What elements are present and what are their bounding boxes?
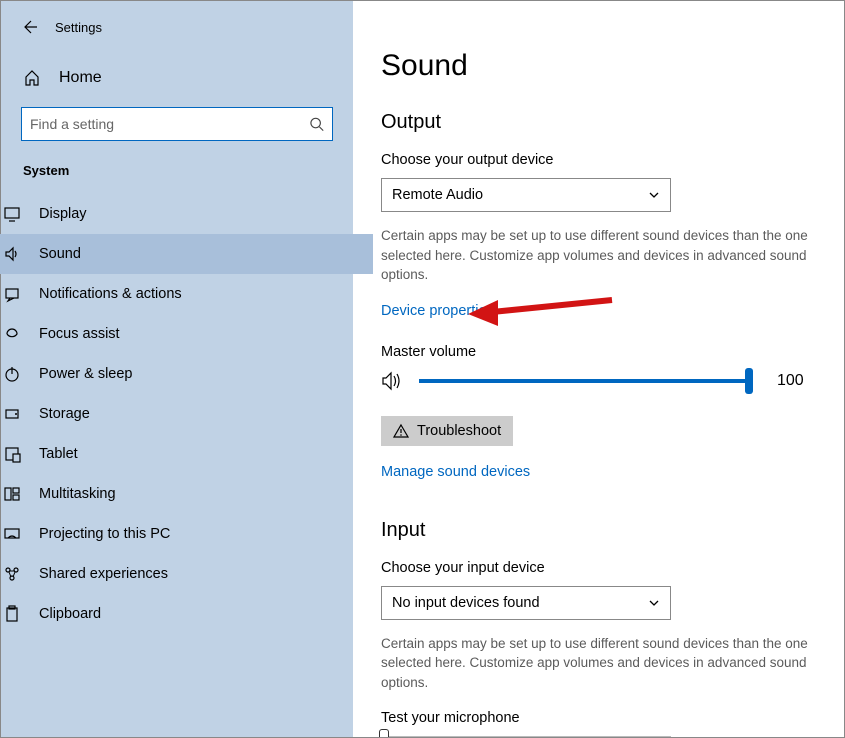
sidebar-item-projecting[interactable]: Projecting to this PC [0, 514, 373, 554]
warning-icon [393, 423, 409, 439]
sidebar-item-clipboard[interactable]: Clipboard [0, 594, 373, 634]
sidebar-item-multitasking[interactable]: Multitasking [0, 474, 373, 514]
test-mic-label: Test your microphone [381, 710, 810, 726]
output-device-value: Remote Audio [392, 187, 483, 203]
microphone-level-bar [381, 736, 671, 737]
input-help-text: Certain apps may be set up to use differ… [381, 634, 810, 693]
notifications-icon [3, 285, 21, 303]
clipboard-icon [3, 605, 21, 623]
input-device-select[interactable]: No input devices found [381, 586, 671, 620]
nav-label: Power & sleep [39, 366, 133, 382]
nav-label: Sound [39, 246, 81, 262]
power-icon [3, 365, 21, 383]
focus-assist-icon [3, 325, 21, 343]
volume-value: 100 [777, 372, 804, 390]
sidebar-item-shared-experiences[interactable]: Shared experiences [0, 554, 373, 594]
chevron-down-icon [648, 597, 660, 609]
app-title: Settings [55, 20, 102, 35]
output-heading: Output [381, 111, 810, 134]
device-properties-link[interactable]: Device properties [381, 303, 494, 319]
output-device-select[interactable]: Remote Audio [381, 178, 671, 212]
output-device-label: Choose your output device [381, 152, 810, 168]
search-icon [309, 116, 324, 132]
input-device-value: No input devices found [392, 595, 540, 611]
nav-label: Clipboard [39, 606, 101, 622]
main-content: Sound Output Choose your output device R… [353, 1, 844, 737]
home-label: Home [59, 69, 102, 87]
troubleshoot-label: Troubleshoot [417, 423, 501, 439]
home-icon [23, 69, 41, 87]
sidebar-item-display[interactable]: Display [0, 194, 373, 234]
slider-thumb[interactable] [745, 368, 753, 394]
chevron-down-icon [648, 189, 660, 201]
shared-icon [3, 565, 21, 583]
nav-label: Focus assist [39, 326, 120, 342]
home-link[interactable]: Home [21, 59, 333, 97]
output-help-text: Certain apps may be set up to use differ… [381, 226, 810, 285]
sidebar-item-notifications[interactable]: Notifications & actions [0, 274, 373, 314]
input-heading: Input [381, 519, 810, 542]
sidebar-item-tablet[interactable]: Tablet [0, 434, 373, 474]
nav-label: Notifications & actions [39, 286, 182, 302]
manage-sound-devices-link[interactable]: Manage sound devices [381, 464, 530, 480]
nav-label: Multitasking [39, 486, 116, 502]
tablet-icon [3, 445, 21, 463]
back-button[interactable] [19, 17, 39, 37]
sidebar-item-power-sleep[interactable]: Power & sleep [0, 354, 373, 394]
troubleshoot-button[interactable]: Troubleshoot [381, 416, 513, 446]
nav-label: Shared experiences [39, 566, 168, 582]
volume-row: 100 [381, 370, 810, 392]
nav-list: Display Sound Notifications & actions Fo… [0, 194, 373, 634]
volume-icon [381, 370, 405, 392]
search-field[interactable] [30, 116, 309, 132]
sidebar-item-storage[interactable]: Storage [0, 394, 373, 434]
sidebar: Settings Home System Display Sound [1, 1, 353, 737]
master-volume-label: Master volume [381, 344, 810, 360]
sidebar-item-focus-assist[interactable]: Focus assist [0, 314, 373, 354]
sidebar-item-sound[interactable]: Sound [0, 234, 373, 274]
nav-label: Tablet [39, 446, 78, 462]
sidebar-group-label: System [23, 163, 333, 178]
search-input[interactable] [21, 107, 333, 141]
nav-label: Projecting to this PC [39, 526, 170, 542]
multitasking-icon [3, 485, 21, 503]
nav-label: Storage [39, 406, 90, 422]
input-device-label: Choose your input device [381, 560, 810, 576]
sound-icon [3, 245, 21, 263]
sidebar-header: Settings [1, 1, 353, 51]
page-title: Sound [381, 49, 810, 83]
projecting-icon [3, 525, 21, 543]
arrow-left-icon [20, 18, 38, 36]
display-icon [3, 205, 21, 223]
nav-label: Display [39, 206, 87, 222]
storage-icon [3, 405, 21, 423]
volume-slider[interactable] [419, 370, 749, 392]
